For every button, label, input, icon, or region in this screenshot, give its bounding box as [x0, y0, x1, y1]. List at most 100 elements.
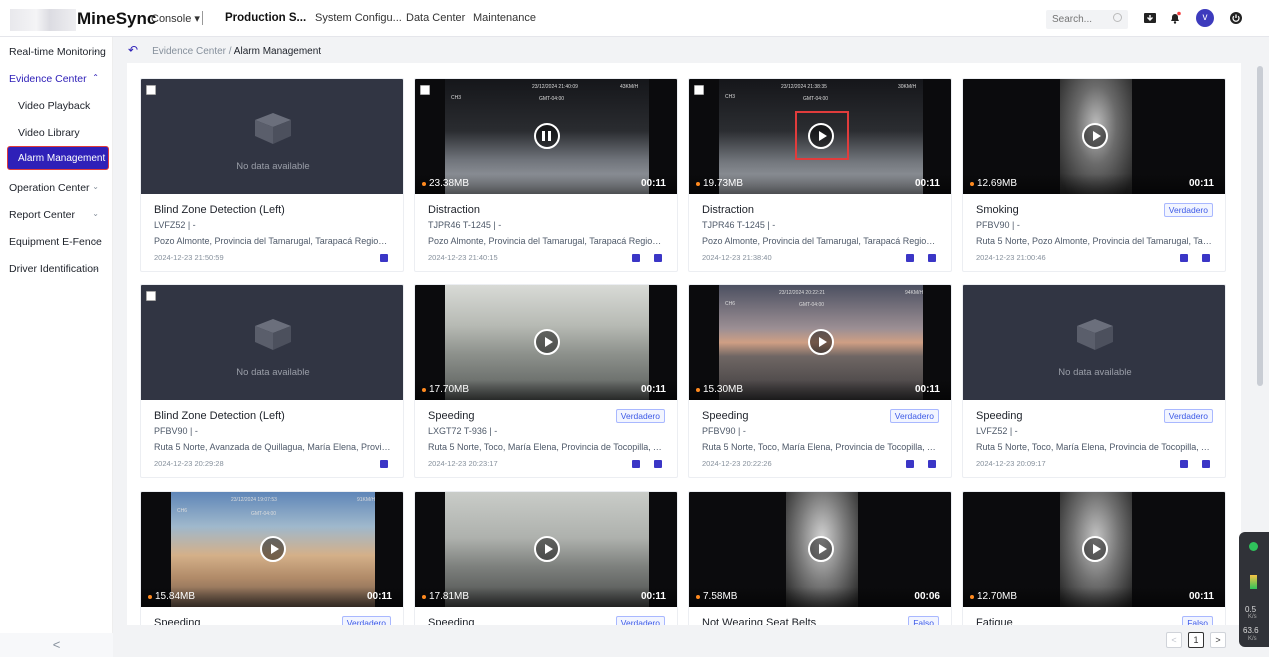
video-thumbnail[interactable]: 17.81MB 00:11 — [415, 492, 677, 607]
evidence-icon[interactable] — [928, 254, 936, 262]
sidebar-item-video-library[interactable]: Video Library — [18, 127, 118, 139]
evidence-icon[interactable] — [1202, 254, 1210, 262]
alarm-location: Ruta 5 Norte, Toco, María Elena, Provinc… — [976, 442, 1214, 452]
alarm-card[interactable]: 12.69MB 00:11 Smoking Verdadero PFBV90 |… — [962, 78, 1226, 272]
sidebar-item-report[interactable]: Report Center ⌄ — [9, 209, 109, 221]
vehicle-plate: TJPR46 T-1245 | - — [702, 220, 776, 230]
back-icon[interactable]: ↶ — [128, 43, 138, 57]
sidebar-item-evidence[interactable]: Evidence Center ⌃ — [9, 73, 109, 85]
alarm-card[interactable]: 23/12/2024 21:38:35 30KM/H CH3 GMT-04:00… — [688, 78, 952, 272]
status-badge: Verdadero — [615, 616, 665, 625]
play-icon[interactable] — [534, 536, 560, 562]
sidebar-item-operation[interactable]: Operation Center ⌄ — [9, 182, 109, 194]
alarm-card[interactable]: No data available Speeding Verdadero LVF… — [962, 284, 1226, 478]
select-checkbox[interactable] — [694, 85, 704, 95]
nav-production[interactable]: Production S... — [225, 12, 306, 24]
evidence-icon[interactable] — [1180, 254, 1188, 262]
alarm-title: Speeding — [976, 410, 1023, 422]
evidence-icon[interactable] — [906, 254, 914, 262]
status-badge: Verdadero — [889, 409, 939, 423]
evidence-icon[interactable] — [654, 254, 662, 262]
alarm-card[interactable]: 17.70MB 00:11 Speeding Verdadero LXGT72 … — [414, 284, 678, 478]
alarm-card[interactable]: 23/12/2024 21:40:09 43KM/H CH3 GMT-04:00… — [414, 78, 678, 272]
sidebar-item-efence[interactable]: Equipment E-Fence ⌄ — [9, 236, 109, 248]
sidebar: Real-time Monitoring ⌄ Evidence Center ⌃ V… — [0, 37, 113, 657]
pause-icon[interactable] — [534, 123, 560, 149]
nav-system-config[interactable]: System Configu... — [315, 12, 402, 24]
alarm-card[interactable]: 23/12/2024 20:22:21 94KM/H CH6 GMT-04:00… — [688, 284, 952, 478]
page-number[interactable]: 1 — [1188, 632, 1204, 648]
alarm-time: 2024-12-23 21:38:40 — [702, 253, 772, 262]
video-duration: 00:11 — [640, 384, 666, 395]
evidence-icon[interactable] — [928, 460, 936, 468]
play-icon[interactable] — [808, 536, 834, 562]
alarm-card[interactable]: 17.81MB 00:11 Speeding Verdadero — [414, 491, 678, 625]
sidebar-item-video-playback[interactable]: Video Playback — [18, 100, 118, 112]
evidence-icon[interactable] — [632, 460, 640, 468]
evidence-icon[interactable] — [1202, 460, 1210, 468]
sidebar-item-alarm-management[interactable]: Alarm Management — [7, 146, 109, 170]
select-checkbox[interactable] — [146, 291, 156, 301]
next-page-button[interactable]: > — [1210, 632, 1226, 648]
file-size: 12.70MB — [969, 591, 1018, 602]
breadcrumb-current: Alarm Management — [233, 46, 322, 57]
select-checkbox[interactable] — [146, 85, 156, 95]
alarm-card[interactable]: No data available Blind Zone Detection (… — [140, 78, 404, 272]
alarm-card[interactable]: No data available Blind Zone Detection (… — [140, 284, 404, 478]
vehicle-plate: PFBV90 | - — [154, 426, 198, 436]
collapse-sidebar-button[interactable]: < — [0, 633, 113, 657]
video-thumbnail[interactable]: 12.70MB 00:11 — [963, 492, 1225, 607]
play-icon[interactable] — [1082, 123, 1108, 149]
evidence-icon[interactable] — [380, 254, 388, 262]
video-thumbnail[interactable]: 7.58MB 00:06 — [689, 492, 951, 607]
alarm-card[interactable]: 7.58MB 00:06 Not Wearing Seat Belts Fals… — [688, 491, 952, 625]
evidence-icon[interactable] — [632, 254, 640, 262]
vehicle-plate: LXGT72 T-936 | - — [428, 426, 498, 436]
no-data-thumbnail: No data available — [141, 79, 403, 194]
alarm-title: Speeding — [428, 410, 475, 422]
alarm-card[interactable]: 12.70MB 00:11 Fatigue Falso — [962, 491, 1226, 625]
alarm-title: Smoking — [976, 204, 1019, 216]
video-thumbnail[interactable]: 23/12/2024 19:07:53 91KM/H CH6 GMT-04:00… — [141, 492, 403, 607]
scrollbar-thumb[interactable] — [1257, 66, 1263, 386]
download-icon[interactable] — [1143, 11, 1157, 25]
search-icon[interactable] — [1113, 13, 1122, 22]
video-duration: 00:11 — [366, 591, 392, 602]
chevron-down-icon: ⌄ — [92, 236, 99, 245]
brand-name: MineSync — [77, 9, 157, 28]
play-icon[interactable] — [260, 536, 286, 562]
play-icon[interactable] — [534, 329, 560, 355]
bell-icon[interactable] — [1168, 11, 1182, 25]
breadcrumb-parent[interactable]: Evidence Center — [152, 46, 226, 57]
alarm-title: Distraction — [428, 204, 480, 216]
signal-bar — [1250, 575, 1257, 589]
empty-box-icon — [1077, 319, 1113, 350]
play-icon[interactable] — [1082, 536, 1108, 562]
user-avatar[interactable]: v — [1196, 9, 1214, 27]
video-thumbnail[interactable]: 23/12/2024 21:38:35 30KM/H CH3 GMT-04:00… — [689, 79, 951, 194]
logo-image — [10, 9, 76, 31]
no-data-thumbnail: No data available — [141, 285, 403, 400]
evidence-icon[interactable] — [906, 460, 914, 468]
video-thumbnail[interactable]: 23/12/2024 21:40:09 43KM/H CH3 GMT-04:00… — [415, 79, 677, 194]
sidebar-item-realtime[interactable]: Real-time Monitoring ⌄ — [9, 46, 109, 58]
top-bar: MineSync Console ▾ Production S... Syste… — [0, 0, 1269, 37]
video-thumbnail[interactable]: 23/12/2024 20:22:21 94KM/H CH6 GMT-04:00… — [689, 285, 951, 400]
evidence-icon[interactable] — [1180, 460, 1188, 468]
play-icon[interactable] — [808, 329, 834, 355]
nav-maintenance[interactable]: Maintenance — [473, 12, 536, 24]
sidebar-item-driver-id[interactable]: Driver Identification ⌄ — [9, 263, 109, 275]
console-menu[interactable]: Console ▾ — [151, 12, 200, 25]
video-thumbnail[interactable]: 12.69MB 00:11 — [963, 79, 1225, 194]
alarm-grid: No data available Blind Zone Detection (… — [127, 63, 1241, 625]
nav-data-center[interactable]: Data Center — [406, 12, 465, 24]
alarm-card[interactable]: 23/12/2024 19:07:53 91KM/H CH6 GMT-04:00… — [140, 491, 404, 625]
alarm-title: Speeding — [154, 617, 201, 625]
evidence-icon[interactable] — [654, 460, 662, 468]
video-thumbnail[interactable]: 17.70MB 00:11 — [415, 285, 677, 400]
power-icon[interactable] — [1229, 11, 1243, 25]
prev-page-button[interactable]: < — [1166, 632, 1182, 648]
video-duration: 00:11 — [1188, 591, 1214, 602]
evidence-icon[interactable] — [380, 460, 388, 468]
select-checkbox[interactable] — [420, 85, 430, 95]
